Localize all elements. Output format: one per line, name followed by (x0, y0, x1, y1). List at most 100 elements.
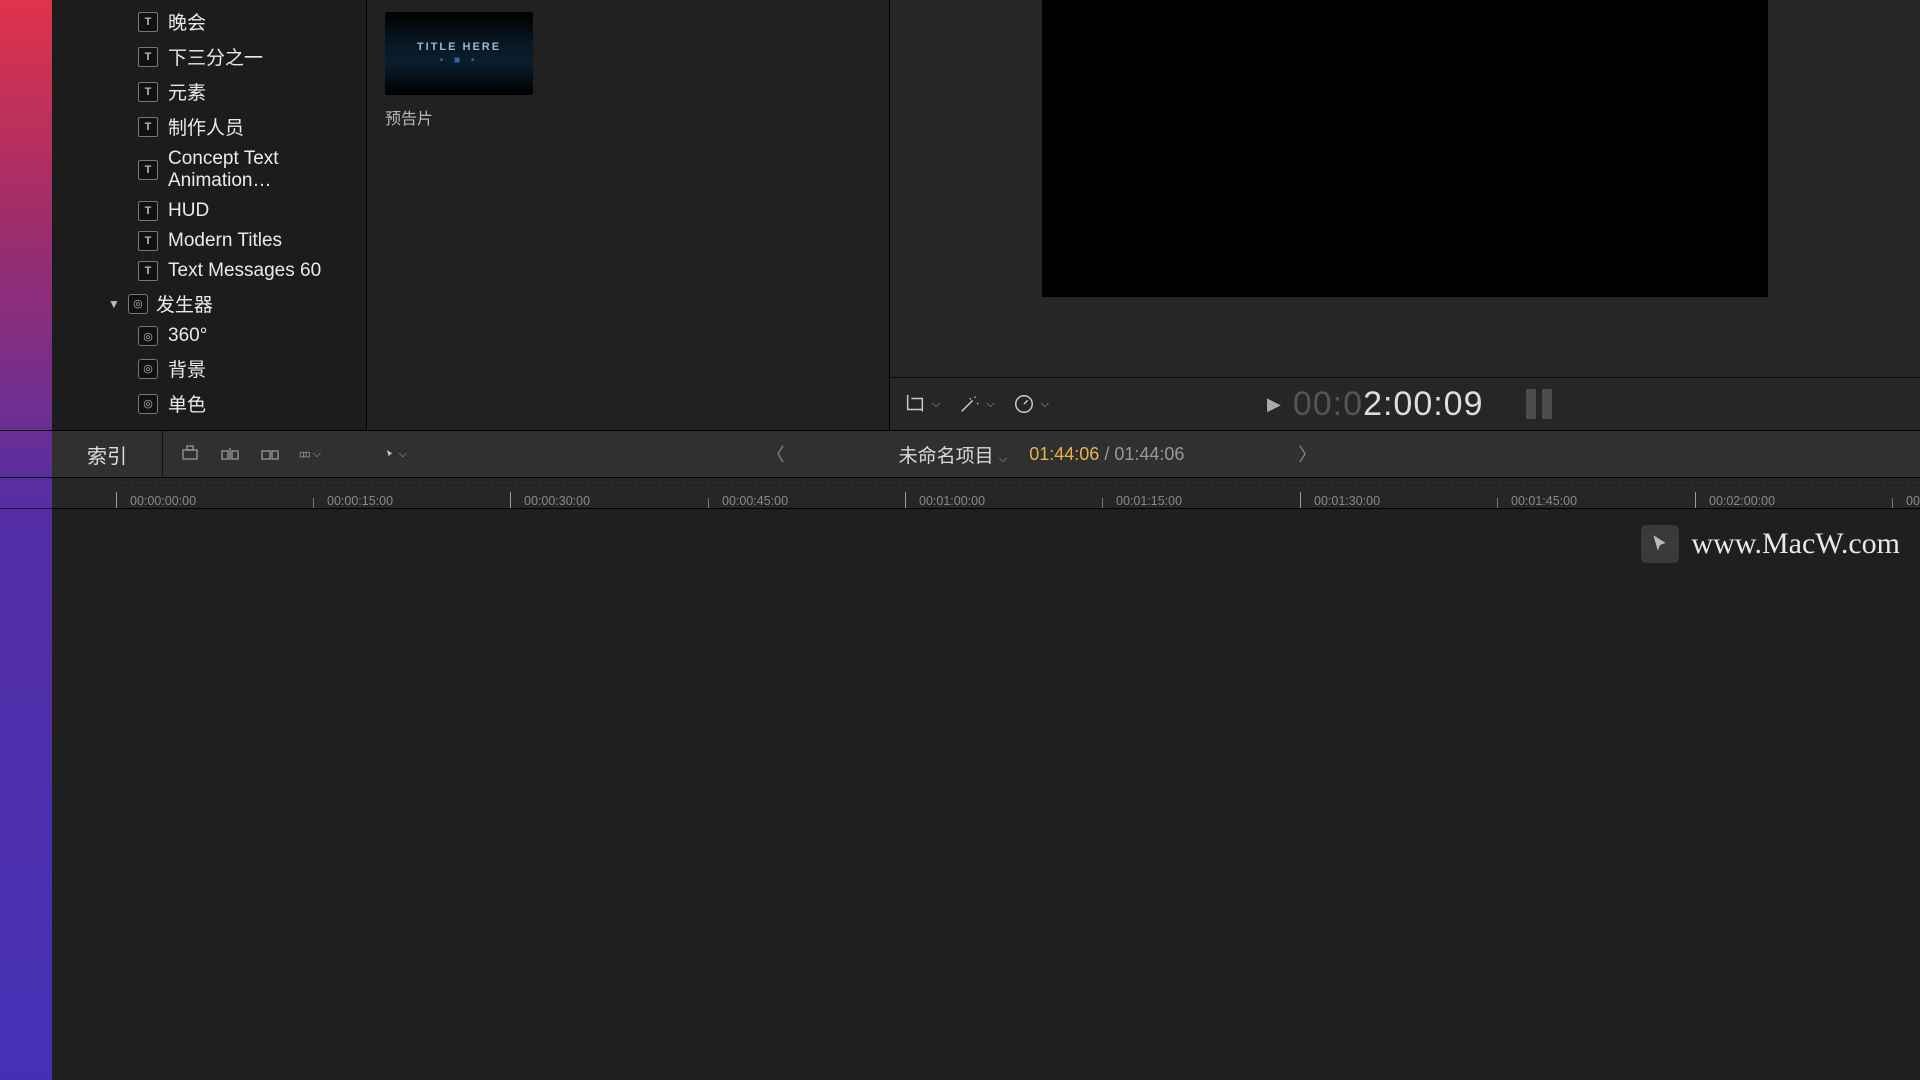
viewer-canvas[interactable] (1042, 0, 1768, 297)
watermark-text: www.MacW.com (1691, 527, 1900, 561)
project-name[interactable]: 未命名项目 ⌵ (899, 441, 1008, 468)
sidebar-label: 360° (168, 325, 207, 347)
ruler-tick: 00:00:00:00 (130, 494, 196, 508)
chevron-down-icon: ⌵ (932, 398, 940, 411)
chevron-down-icon: ⌵ (999, 453, 1007, 465)
desktop-edge (0, 478, 52, 508)
ruler-tick: 00:01:15:00 (1116, 494, 1182, 508)
disclosure-triangle-icon: ▼ (108, 297, 120, 311)
chevron-down-icon: ⌵ (986, 398, 994, 411)
sidebar-label: 下三分之一 (168, 43, 263, 70)
ruler-tick: 00:00:45:00 (722, 494, 788, 508)
sidebar-label: 制作人员 (168, 113, 244, 140)
effect-thumbnail[interactable]: TITLE HERE • ■ • (385, 12, 533, 95)
viewer-area (890, 0, 1920, 377)
desktop-edge (0, 0, 52, 430)
ruler-tick: 00:01:30:00 (1314, 494, 1380, 508)
timecode-display: ▶ 00:02:00:09 (1267, 385, 1551, 424)
transform-tool-button[interactable]: ⌵ (904, 393, 940, 415)
gauge-icon (1013, 393, 1035, 415)
desktop-edge (0, 431, 52, 477)
sidebar-generator-item[interactable]: ◎ 360° (52, 321, 366, 351)
ruler-tick: 00: (1906, 494, 1920, 508)
retime-tool-button[interactable]: ⌵ (1013, 393, 1049, 415)
viewer-panel: ⌵ ⌵ ⌵ ▶ 00:02:00:09 (890, 0, 1920, 430)
title-icon: T (138, 117, 158, 137)
title-icon: T (138, 231, 158, 251)
play-icon[interactable]: ▶ (1267, 394, 1281, 415)
ruler-tick: 00:02:00:00 (1709, 494, 1775, 508)
chevron-down-icon: ⌵ (399, 448, 407, 461)
sidebar: T 晚会 T 下三分之一 T 元素 T 制作人员 T Concept Text Anima… (52, 0, 367, 430)
sidebar-title-item[interactable]: T Concept Text Animation… (52, 144, 366, 196)
title-icon: T (138, 47, 158, 67)
generator-icon: ◎ (138, 326, 158, 346)
append-clip-icon[interactable] (259, 443, 281, 465)
history-forward-button[interactable]: 〉 (1288, 441, 1326, 467)
ruler-ticks: 00:00:00:00 00:00:15:00 00:00:30:00 00:00:4… (52, 488, 1920, 508)
timeline-ruler[interactable]: 00:00:00:00 00:00:15:00 00:00:30:00 00:00:4… (52, 478, 1920, 509)
timecode-value: 2:00:09 (1363, 385, 1483, 424)
insert-clip-icon[interactable] (219, 443, 241, 465)
sidebar-title-item[interactable]: T Text Messages 60 (52, 256, 366, 286)
title-icon: T (138, 261, 158, 281)
sidebar-label: Text Messages 60 (168, 260, 321, 282)
pause-icon[interactable] (1526, 389, 1552, 419)
timeline-header: 索引 ⌵ ⌵ 〈 未命名项目 ⌵ 01:44:06 / 01:44:06 〉 (0, 430, 1920, 478)
sidebar-title-item[interactable]: T 制作人员 (52, 109, 366, 144)
chevron-down-icon: ⌵ (313, 448, 321, 461)
current-time: 01:44:06 (1029, 444, 1099, 464)
overwrite-clip-icon[interactable]: ⌵ (299, 443, 321, 465)
sidebar-title-item[interactable]: T HUD (52, 196, 366, 226)
sidebar-group-generators[interactable]: ▼ ◎ 发生器 (52, 286, 366, 321)
crop-icon (904, 393, 926, 415)
app-root: T 晚会 T 下三分之一 T 元素 T 制作人员 T Concept Text Anima… (0, 0, 1920, 1080)
sidebar-generator-item[interactable]: ◎ 单色 (52, 386, 366, 421)
chevron-down-icon: ⌵ (1041, 398, 1049, 411)
effect-thumbnail-label: 预告片 (385, 105, 889, 129)
title-icon: T (138, 160, 158, 180)
history-back-button[interactable]: 〈 (757, 441, 795, 467)
cursor-icon (1641, 525, 1679, 563)
sidebar-generator-item[interactable]: ◎ 背景 (52, 351, 366, 386)
sidebar-title-item[interactable]: T 晚会 (52, 4, 366, 39)
sidebar-label: Concept Text Animation… (168, 148, 366, 192)
title-icon: T (138, 12, 158, 32)
sidebar-title-item[interactable]: T 下三分之一 (52, 39, 366, 74)
connect-clip-icon[interactable] (179, 443, 201, 465)
project-info: 〈 未命名项目 ⌵ 01:44:06 / 01:44:06 〉 (757, 441, 1327, 468)
enhance-tool-button[interactable]: ⌵ (958, 393, 994, 415)
generator-icon: ◎ (138, 359, 158, 379)
ruler-tick: 00:00:30:00 (524, 494, 590, 508)
total-time: 01:44:06 (1114, 444, 1184, 464)
title-icon: T (138, 201, 158, 221)
ruler-tick: 00:01:45:00 (1511, 494, 1577, 508)
sidebar-label: 晚会 (168, 8, 206, 35)
thumbnail-title-text: TITLE HERE (417, 41, 501, 53)
sidebar-label: HUD (168, 200, 209, 222)
ruler-frame-dots (117, 480, 1920, 486)
sidebar-label: Modern Titles (168, 230, 282, 252)
sidebar-label: 元素 (168, 78, 206, 105)
thumbnail-decoration: • ■ • (440, 55, 479, 66)
sidebar-title-item[interactable]: T Modern Titles (52, 226, 366, 256)
sidebar-title-item[interactable]: T 元素 (52, 74, 366, 109)
index-label: 索引 (87, 440, 127, 469)
timecode-prefix: 00:0 (1293, 385, 1363, 424)
generator-icon: ◎ (128, 294, 148, 314)
magic-wand-icon (958, 393, 980, 415)
title-icon: T (138, 82, 158, 102)
project-timecode: 01:44:06 / 01:44:06 (1029, 444, 1184, 465)
ruler-tick: 00:00:15:00 (327, 494, 393, 508)
select-tool-icon[interactable]: ⌵ (385, 443, 407, 465)
sidebar-label: 单色 (168, 390, 206, 417)
sidebar-label: 背景 (168, 355, 206, 382)
viewer-toolbar: ⌵ ⌵ ⌵ ▶ 00:02:00:09 (890, 377, 1920, 430)
generator-icon: ◎ (138, 394, 158, 414)
desktop-edge (0, 509, 52, 1080)
index-button[interactable]: 索引 (52, 431, 163, 477)
ruler-tick: 00:01:00:00 (919, 494, 985, 508)
effect-browser: TITLE HERE • ■ • 预告片 (367, 0, 890, 430)
watermark: www.MacW.com (1641, 525, 1900, 563)
timeline-tool-row: ⌵ ⌵ (163, 443, 407, 465)
